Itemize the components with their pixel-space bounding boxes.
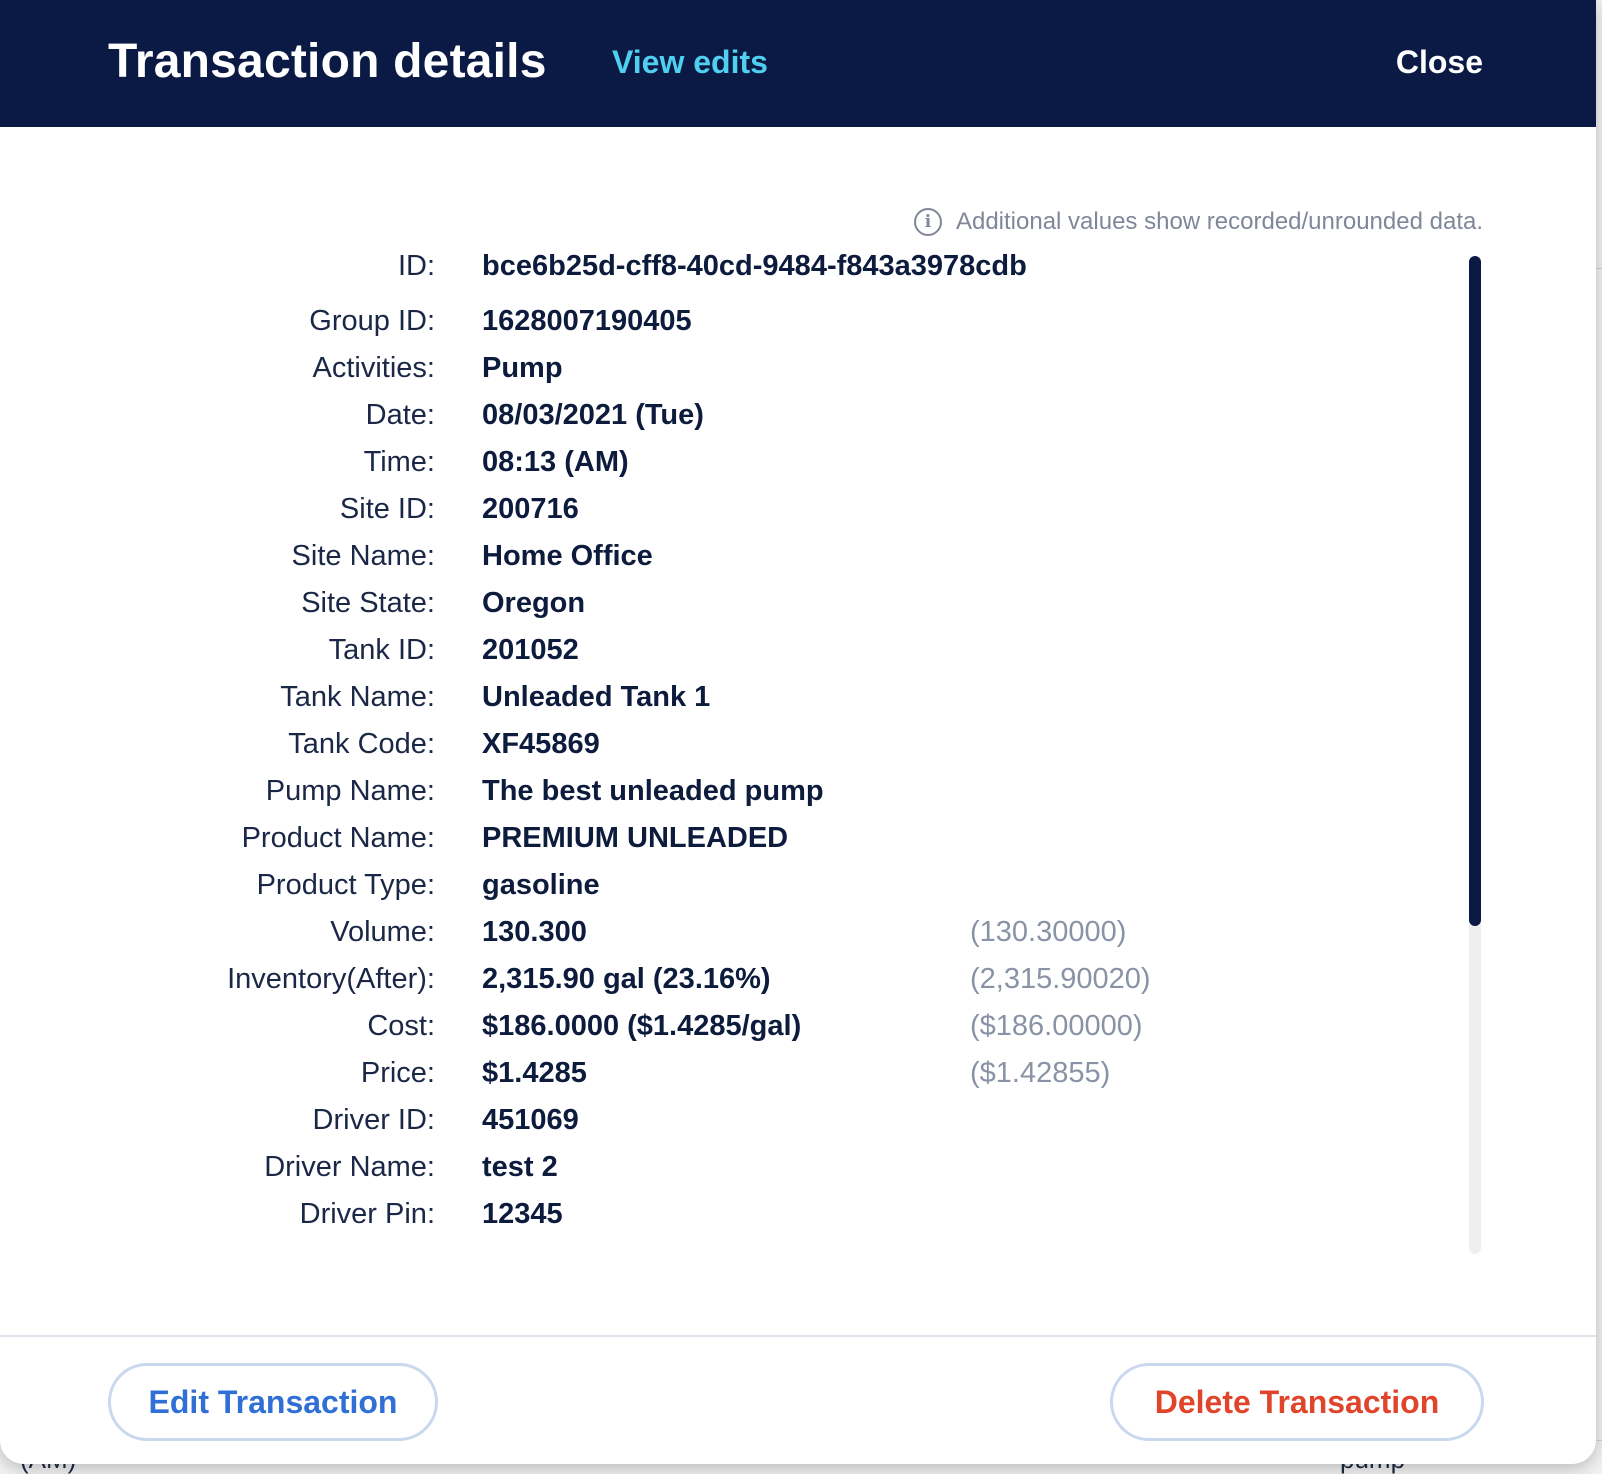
detail-value: Oregon xyxy=(482,587,586,619)
footer-divider xyxy=(0,1335,1596,1337)
detail-value: XF45869 xyxy=(482,728,600,760)
detail-row: Tank Name: Unleaded Tank 1 xyxy=(0,681,1480,729)
detail-label: Time: xyxy=(363,446,435,478)
detail-label: Tank ID: xyxy=(328,634,435,666)
detail-label: Pump Name: xyxy=(265,775,435,807)
detail-label: Price: xyxy=(360,1057,435,1089)
detail-row: Activities: Pump xyxy=(0,352,1480,400)
detail-row: Site Name: Home Office xyxy=(0,540,1480,588)
detail-value: 1628007190405 xyxy=(482,305,692,337)
detail-value: 08:13 (AM) xyxy=(482,446,629,478)
detail-row: Product Type: gasoline xyxy=(0,869,1480,917)
detail-label: Site ID: xyxy=(339,493,435,525)
detail-raw-value: ($1.42855) xyxy=(970,1057,1111,1089)
detail-row: Inventory(After): 2,315.90 gal (23.16%) (2… xyxy=(0,963,1480,1011)
detail-row: ID: bce6b25d-cff8-40cd-9484-f843a3978cdb xyxy=(0,250,1480,298)
detail-row: Date: 08/03/2021 (Tue) xyxy=(0,399,1480,447)
detail-row: Tank ID: 201052 xyxy=(0,634,1480,682)
detail-row: Cost: $186.0000 ($1.4285/gal) ($186.00000) xyxy=(0,1010,1480,1058)
detail-value: Unleaded Tank 1 xyxy=(482,681,711,713)
detail-row: Time: 08:13 (AM) xyxy=(0,446,1480,494)
detail-label: Site Name: xyxy=(291,540,435,572)
detail-value: 201052 xyxy=(482,634,579,666)
info-note: i Additional values show recorded/unroun… xyxy=(913,208,1483,236)
detail-row: Volume: 130.300 (130.30000) xyxy=(0,916,1480,964)
detail-label: Product Name: xyxy=(241,822,435,854)
detail-value: 130.300 xyxy=(482,916,587,948)
detail-value: 451069 xyxy=(482,1104,579,1136)
detail-row: Price: $1.4285 ($1.42855) xyxy=(0,1057,1480,1105)
detail-row: Site State: Oregon xyxy=(0,587,1480,635)
detail-label: Cost: xyxy=(367,1010,435,1042)
detail-label: Tank Name: xyxy=(280,681,435,713)
delete-transaction-button[interactable]: Delete Transaction xyxy=(1110,1363,1484,1441)
detail-row: Driver ID: 451069 xyxy=(0,1104,1480,1152)
details-scrollbar[interactable] xyxy=(1469,256,1481,1254)
details-scrollbar-thumb[interactable] xyxy=(1469,256,1481,926)
view-edits-link[interactable]: View edits xyxy=(612,44,768,81)
detail-row: Driver Pin: 12345 xyxy=(0,1198,1480,1246)
detail-raw-value: ($186.00000) xyxy=(970,1010,1143,1042)
detail-label: Tank Code: xyxy=(288,728,435,760)
detail-value: Home Office xyxy=(482,540,653,572)
transaction-details-modal: Transaction details View edits Close i A… xyxy=(0,0,1596,1464)
detail-value: 12345 xyxy=(482,1198,563,1230)
detail-value: 200716 xyxy=(482,493,579,525)
detail-label: Driver Pin: xyxy=(299,1198,435,1230)
detail-label: Activities: xyxy=(312,352,435,384)
detail-value: gasoline xyxy=(482,869,600,901)
detail-label: ID: xyxy=(397,250,435,282)
close-button[interactable]: Close xyxy=(1396,44,1483,81)
detail-row: Driver Name: test 2 xyxy=(0,1151,1480,1199)
detail-value: 2,315.90 gal (23.16%) xyxy=(482,963,771,995)
detail-row: Pump Name: The best unleaded pump xyxy=(0,775,1480,823)
detail-row: Product Name: PREMIUM UNLEADED xyxy=(0,822,1480,870)
detail-value: Pump xyxy=(482,352,563,384)
detail-value: 08/03/2021 (Tue) xyxy=(482,399,704,431)
detail-value: test 2 xyxy=(482,1151,558,1183)
detail-label: Driver Name: xyxy=(264,1151,435,1183)
detail-value: The best unleaded pump xyxy=(482,775,824,807)
detail-value: $186.0000 ($1.4285/gal) xyxy=(482,1010,802,1042)
detail-label: Driver ID: xyxy=(312,1104,435,1136)
detail-value: $1.4285 xyxy=(482,1057,587,1089)
detail-row: Tank Code: XF45869 xyxy=(0,728,1480,776)
detail-row: Group ID: 1628007190405 xyxy=(0,305,1480,353)
detail-label: Product Type: xyxy=(256,869,435,901)
modal-title: Transaction details xyxy=(108,35,547,88)
info-note-text: Additional values show recorded/unrounde… xyxy=(955,208,1483,235)
detail-label: Site State: xyxy=(301,587,435,619)
detail-value: bce6b25d-cff8-40cd-9484-f843a3978cdb xyxy=(482,250,1027,282)
detail-label: Group ID: xyxy=(309,305,435,337)
detail-raw-value: (2,315.90020) xyxy=(970,963,1151,995)
info-icon: i xyxy=(913,208,942,236)
detail-label: Inventory(After): xyxy=(227,963,435,995)
detail-row: Site ID: 200716 xyxy=(0,493,1480,541)
detail-label: Date: xyxy=(365,399,435,431)
modal-header: Transaction details View edits Close xyxy=(0,0,1596,127)
detail-raw-value: (130.30000) xyxy=(970,916,1127,948)
edit-transaction-button[interactable]: Edit Transaction xyxy=(108,1363,438,1441)
detail-label: Volume: xyxy=(330,916,435,948)
detail-value: PREMIUM UNLEADED xyxy=(482,822,789,854)
